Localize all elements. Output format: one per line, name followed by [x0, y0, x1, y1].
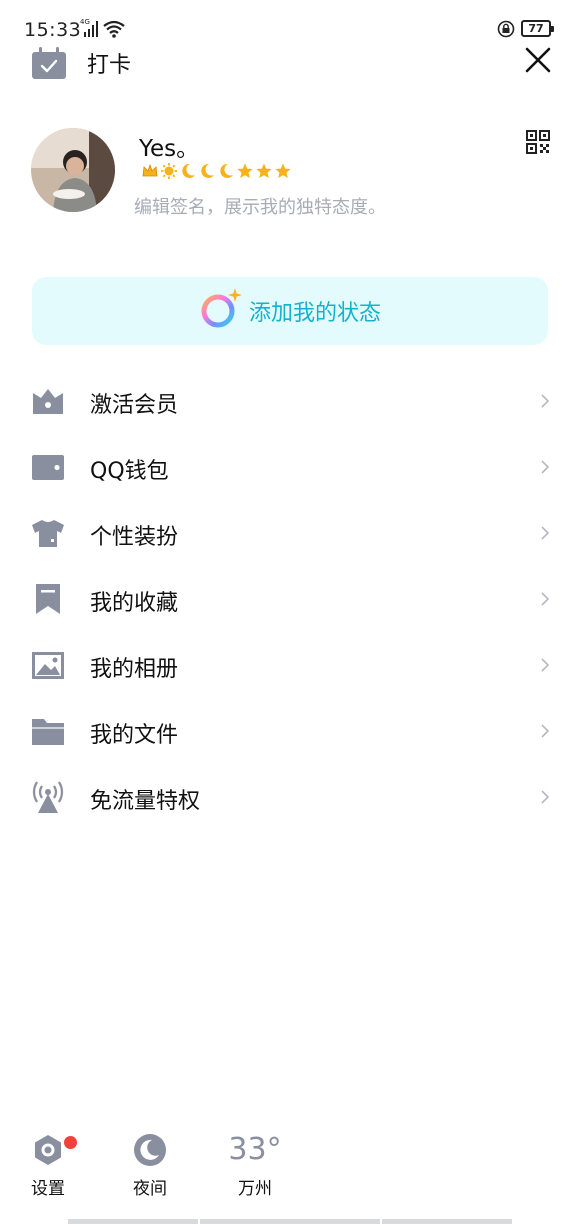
menu-item-personalize[interactable]: 个性装扮 — [0, 500, 580, 566]
city-label: 万州 — [238, 1179, 272, 1199]
signal-icon — [84, 21, 98, 37]
signature-text[interactable]: 编辑签名，展示我的独特态度。 — [134, 193, 386, 219]
signal-tower-icon — [32, 781, 64, 813]
star-icon — [237, 163, 253, 178]
menu-item-album[interactable]: 我的相册 — [0, 632, 580, 698]
chevron-right-icon — [541, 592, 550, 606]
weather-button[interactable]: 33° 万州 — [228, 1132, 282, 1199]
add-status-label: 添加我的状态 — [248, 301, 381, 326]
menu-label: 激活会员 — [90, 393, 179, 418]
menu-item-free-data[interactable]: 免流量特权 — [0, 764, 580, 830]
moon-icon — [220, 163, 233, 178]
menu-item-wallet[interactable]: QQ钱包 — [0, 434, 580, 500]
checkin-button[interactable]: 打卡 — [31, 46, 131, 80]
menu-item-favorites[interactable]: 我的收藏 — [0, 566, 580, 632]
moon-icon — [182, 163, 195, 178]
home-indicator — [68, 1219, 198, 1224]
menu-item-vip[interactable]: 激活会员 — [0, 368, 580, 434]
menu-item-files[interactable]: 我的文件 — [0, 698, 580, 764]
temperature: 33° — [228, 1132, 282, 1167]
chevron-right-icon — [541, 460, 550, 474]
star-icon — [275, 163, 291, 178]
menu-label: 免流量特权 — [90, 789, 201, 814]
night-mode-label: 夜间 — [133, 1179, 167, 1199]
notification-dot — [64, 1136, 77, 1149]
battery-indicator: 77 — [521, 20, 554, 37]
nickname[interactable]: Yes。 — [139, 129, 199, 163]
checkin-label: 打卡 — [87, 53, 132, 78]
menu-label: 我的文件 — [90, 723, 179, 748]
crown-icon — [142, 163, 158, 177]
night-mode-button[interactable]: 夜间 — [128, 1132, 172, 1199]
chevron-right-icon — [541, 526, 550, 540]
star-icon — [256, 163, 272, 178]
moon-icon — [201, 163, 214, 178]
qq-side-drawer: 15:33 4G 77 打卡 Yes。 编辑签名，展示我的独特态度。 添加我的状… — [0, 0, 580, 1224]
menu-label: 我的收藏 — [90, 591, 179, 616]
rotation-lock-icon — [497, 20, 515, 38]
photo-icon — [32, 652, 64, 679]
avatar[interactable] — [31, 128, 115, 212]
sun-icon — [161, 163, 177, 179]
wallet-icon — [32, 455, 64, 480]
chevron-right-icon — [541, 658, 550, 672]
status-ring-icon — [201, 288, 242, 328]
status-bar: 15:33 4G 77 — [0, 0, 580, 44]
tshirt-icon — [32, 520, 64, 547]
settings-button[interactable]: 设置 — [28, 1132, 77, 1199]
close-icon[interactable] — [523, 45, 553, 75]
home-indicator — [200, 1219, 380, 1224]
vip-icon — [33, 389, 63, 414]
settings-icon — [35, 1135, 61, 1165]
drawer-menu: 激活会员 QQ钱包 个性装扮 我的收藏 我的相册 我的文件 免流量特权 — [0, 368, 580, 830]
menu-label: 我的相册 — [90, 657, 179, 682]
bookmark-icon — [36, 584, 60, 614]
drawer-bottom-bar: 设置 夜间 33° 万州 — [0, 1132, 580, 1224]
chevron-right-icon — [541, 724, 550, 738]
status-time: 15:33 — [24, 19, 82, 41]
menu-label: QQ钱包 — [90, 459, 169, 484]
chevron-right-icon — [541, 394, 550, 408]
chevron-right-icon — [541, 790, 550, 804]
avatar-photo — [31, 128, 115, 212]
level-badges[interactable] — [141, 162, 292, 180]
settings-label: 设置 — [31, 1179, 65, 1199]
menu-label: 个性装扮 — [90, 525, 179, 550]
home-indicator — [382, 1219, 512, 1224]
qr-code-icon[interactable] — [526, 130, 550, 154]
add-status-button[interactable]: 添加我的状态 — [32, 277, 548, 345]
wifi-icon — [103, 20, 125, 38]
night-mode-icon — [134, 1134, 166, 1166]
folder-icon — [32, 719, 64, 745]
calendar-check-icon — [32, 47, 66, 79]
